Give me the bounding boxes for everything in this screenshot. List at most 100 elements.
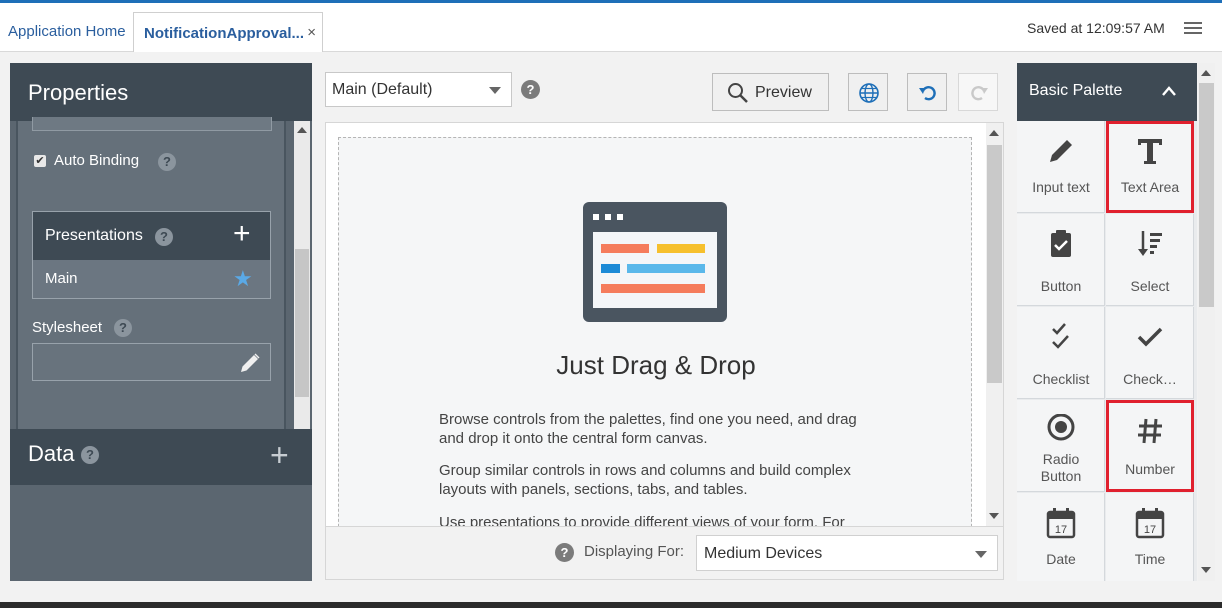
data-section-header[interactable]: Data ? + bbox=[10, 429, 312, 485]
palette-item-number[interactable]: Number bbox=[1106, 400, 1194, 492]
bottom-bar bbox=[0, 602, 1222, 608]
canvas-paragraph-3: Use presentations to provide different v… bbox=[439, 514, 845, 527]
sort-list-icon bbox=[1138, 231, 1162, 256]
help-icon[interactable]: ? bbox=[555, 543, 574, 562]
help-icon[interactable]: ? bbox=[114, 319, 132, 337]
star-icon[interactable]: ★ bbox=[233, 266, 253, 292]
redo-button[interactable] bbox=[958, 73, 998, 111]
help-icon[interactable]: ? bbox=[81, 446, 99, 464]
properties-title: Properties bbox=[28, 80, 129, 105]
palette-scrollbar[interactable] bbox=[1198, 63, 1215, 581]
properties-panel: Properties ✔ Auto Binding ? Presentation… bbox=[10, 63, 312, 581]
check-icon bbox=[1137, 327, 1163, 347]
properties-textarea[interactable] bbox=[32, 117, 272, 131]
hash-icon bbox=[1138, 418, 1162, 444]
language-button[interactable] bbox=[848, 73, 888, 111]
canvas-footer: ? Displaying For: Medium Devices bbox=[325, 527, 1004, 580]
data-title: Data bbox=[28, 441, 75, 466]
palette-header[interactable]: Basic Palette bbox=[1017, 63, 1197, 121]
chevron-up-icon[interactable] bbox=[1161, 85, 1177, 97]
tab-bar: Application Home NotificationApproval...… bbox=[0, 3, 1222, 53]
canvas-paragraph-2: Group similar controls in rows and colum… bbox=[439, 462, 851, 498]
chevron-down-icon bbox=[489, 87, 501, 94]
radio-icon bbox=[1047, 414, 1075, 441]
tab-application-home[interactable]: Application Home bbox=[8, 23, 126, 40]
scroll-thumb[interactable] bbox=[1199, 83, 1214, 307]
scroll-down-icon[interactable] bbox=[1201, 567, 1211, 573]
displaying-for-label: Displaying For: bbox=[584, 543, 685, 560]
auto-binding-checkbox[interactable]: ✔ bbox=[34, 155, 46, 167]
hamburger-menu-icon[interactable] bbox=[1184, 22, 1202, 37]
palette-item-input-text[interactable]: Input text bbox=[1017, 121, 1105, 213]
palette-item-label: Button bbox=[1040, 278, 1082, 294]
scroll-up-icon[interactable] bbox=[297, 127, 307, 133]
palette-item-time[interactable]: 17 Time bbox=[1106, 493, 1194, 581]
presentations-title: Presentations bbox=[45, 227, 143, 244]
canvas-heading: Just Drag & Drop bbox=[556, 350, 756, 380]
stylesheet-input[interactable] bbox=[32, 343, 271, 381]
palette-item-text-area[interactable]: Text Area bbox=[1106, 121, 1194, 213]
palette-item-label: Input text bbox=[1032, 179, 1090, 195]
presentation-select[interactable]: Main (Default) bbox=[325, 72, 512, 107]
preview-label: Preview bbox=[755, 84, 812, 101]
tab-notification-approval[interactable]: NotificationApproval... × bbox=[133, 12, 323, 53]
globe-icon bbox=[859, 83, 879, 103]
palette-item-label: Checklist bbox=[1032, 371, 1090, 387]
clipboard-check-icon bbox=[1051, 230, 1071, 257]
presentation-select-value: Main (Default) bbox=[332, 81, 433, 98]
palette-item-label: Text Area bbox=[1120, 179, 1180, 195]
palette-item-label: Date bbox=[1046, 551, 1076, 567]
stylesheet-label: Stylesheet bbox=[32, 319, 103, 336]
help-icon[interactable]: ? bbox=[155, 228, 173, 246]
tab-label: NotificationApproval... bbox=[144, 25, 305, 42]
canvas-paragraph-1: Browse controls from the palettes, find … bbox=[439, 411, 857, 447]
form-canvas: Just Drag & Drop Browse controls from th… bbox=[325, 122, 1004, 527]
double-check-icon bbox=[1052, 323, 1069, 349]
presentation-item-main[interactable]: Main ★ bbox=[33, 260, 270, 298]
scroll-thumb[interactable] bbox=[295, 249, 309, 397]
preview-button[interactable]: Preview bbox=[712, 73, 829, 111]
auto-binding-label: Auto Binding bbox=[54, 152, 140, 169]
chevron-down-icon bbox=[975, 551, 987, 558]
scroll-up-icon[interactable] bbox=[1201, 70, 1211, 76]
search-icon bbox=[728, 83, 748, 103]
close-icon[interactable]: × bbox=[307, 24, 316, 41]
presentation-item-label: Main bbox=[45, 270, 78, 287]
palette-item-label: Number bbox=[1125, 461, 1175, 477]
calendar-day: 17 bbox=[1055, 524, 1067, 536]
palette-item-select[interactable]: Select bbox=[1106, 214, 1194, 306]
palette-title: Basic Palette bbox=[1029, 82, 1123, 99]
calendar-time-icon: 17 bbox=[1135, 508, 1165, 539]
palette-item-date[interactable]: 17 Date bbox=[1017, 493, 1105, 581]
form-window-illustration bbox=[583, 202, 727, 322]
properties-content: ✔ Auto Binding ? Presentations ? + Main … bbox=[16, 117, 286, 472]
scroll-thumb[interactable] bbox=[987, 145, 1002, 383]
saved-status: Saved at 12:09:57 AM bbox=[1027, 20, 1165, 36]
undo-button[interactable] bbox=[907, 73, 947, 111]
palette-item-checkbox[interactable]: Check… bbox=[1106, 307, 1194, 399]
pencil-icon[interactable] bbox=[238, 351, 262, 375]
palette-item-button[interactable]: Button bbox=[1017, 214, 1105, 306]
add-presentation-icon[interactable]: + bbox=[233, 219, 251, 249]
help-icon[interactable]: ? bbox=[158, 153, 176, 171]
presentations-box: Presentations ? + Main ★ bbox=[32, 211, 271, 299]
properties-header: Properties bbox=[10, 63, 312, 121]
palette-item-label: Select bbox=[1130, 278, 1170, 294]
pencil-icon bbox=[1050, 140, 1072, 162]
palette-item-label: Check… bbox=[1123, 371, 1177, 387]
device-select-value: Medium Devices bbox=[704, 545, 823, 562]
text-t-icon bbox=[1138, 139, 1162, 164]
device-select[interactable]: Medium Devices bbox=[696, 535, 998, 571]
palette-item-checklist[interactable]: Checklist bbox=[1017, 307, 1105, 399]
help-icon[interactable]: ? bbox=[521, 80, 540, 99]
drop-zone[interactable]: Just Drag & Drop Browse controls from th… bbox=[338, 137, 972, 527]
basic-palette: Basic Palette Input text Text Area Butto… bbox=[1017, 63, 1197, 581]
scroll-down-icon[interactable] bbox=[989, 513, 999, 519]
palette-item-radio-button[interactable]: Radio Button bbox=[1017, 400, 1105, 492]
scroll-up-icon[interactable] bbox=[989, 130, 999, 136]
presentations-header: Presentations ? + bbox=[33, 212, 270, 260]
undo-icon bbox=[919, 86, 936, 101]
add-data-icon[interactable]: + bbox=[270, 439, 289, 471]
calendar-day: 17 bbox=[1144, 524, 1156, 536]
canvas-scrollbar[interactable] bbox=[986, 123, 1003, 526]
